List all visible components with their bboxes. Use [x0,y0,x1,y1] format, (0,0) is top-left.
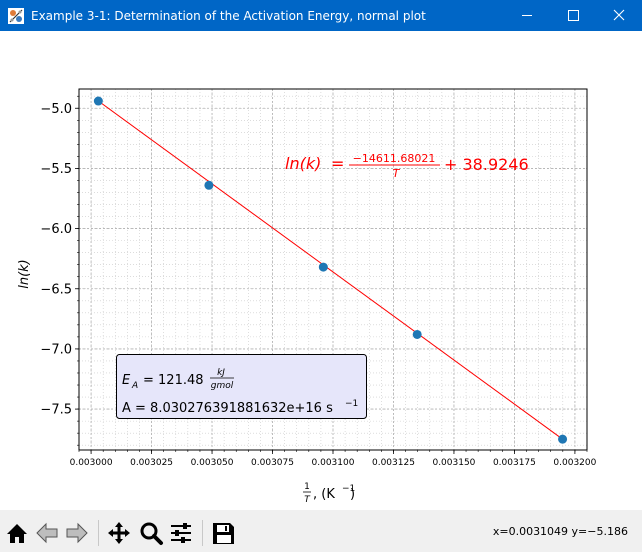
equation-equals: = [331,154,344,173]
equation-numerator: −14611.68021 [353,152,436,165]
x-label-numerator: 1 [304,482,310,492]
navigation-toolbar: x=0.0031049 y=−5.186 [0,510,642,552]
pan-icon [108,522,130,544]
pre-exponential-exponent: −1 [345,399,358,409]
cursor-coordinates: x=0.0031049 y=−5.186 [492,525,628,538]
x-tick-label: 0.003075 [251,458,294,468]
y-tick-label: −7.5 [40,403,72,418]
pan-button[interactable] [106,519,132,547]
equation-lhs: ln(k) [285,154,321,173]
toolbar-separator [202,520,203,546]
y-tick-label: −6.0 [40,222,72,237]
data-point [318,262,328,272]
x-label-close: ) [350,487,355,502]
equation-constant: + 38.9246 [444,155,529,174]
y-tick-label: −5.5 [40,162,72,177]
data-point [412,329,422,339]
ea-unit-denominator: gmol [211,381,234,391]
back-icon [36,522,58,544]
chart[interactable]: 0.003000 0.003025 0.003050 0.003075 0.003100… [0,31,642,510]
minimize-button[interactable] [504,0,550,31]
forward-button[interactable] [64,519,90,547]
data-point [204,180,214,190]
home-icon [7,524,27,543]
toolbar-separator [98,520,99,546]
x-tick-label: 0.003200 [553,458,596,468]
app-icon [8,8,24,24]
forward-icon [66,522,88,544]
save-icon [213,523,234,544]
zoom-button[interactable] [138,519,164,547]
x-label-units: , (K [313,487,335,502]
x-tick-label: 0.003000 [70,458,113,468]
y-axis-label: ln(k) [17,259,32,289]
pre-exponential-value: A = 8.030276391881632e+16 s [122,401,333,416]
x-label-denominator: T [304,495,311,505]
y-tick-label: −5.0 [40,102,72,117]
home-button[interactable] [4,519,30,547]
y-axis: −7.5 −7.0 −6.5 −6.0 −5.5 −5.0 [40,95,79,446]
x-tick-label: 0.003125 [372,458,415,468]
info-box: E A = 121.48 kJ gmol A = 8.0302763918816… [116,354,367,419]
ea-value: = 121.48 [143,373,204,388]
configure-button[interactable] [168,519,194,547]
zoom-icon [140,522,163,545]
maximize-button[interactable] [550,0,596,31]
y-tick-label: −6.5 [40,282,72,297]
fit-equation: ln(k) = −14611.68021 T + 38.9246 [285,152,529,180]
configure-icon [171,523,191,543]
figure-canvas[interactable]: 0.003000 0.003025 0.003050 0.003075 0.003100… [0,31,642,510]
data-point [93,96,103,106]
close-button[interactable] [596,0,642,31]
x-tick-label: 0.003100 [312,458,355,468]
back-button[interactable] [34,519,60,547]
window-title: Example 3-1: Determination of the Activa… [31,9,426,23]
x-tick-label: 0.003175 [493,458,536,468]
y-tick-label: −7.0 [40,342,72,357]
title-bar: Example 3-1: Determination of the Activa… [0,0,642,31]
save-button[interactable] [210,519,236,547]
ea-unit-numerator: kJ [217,368,225,378]
ea-label: E [122,373,131,388]
ea-subscript: A [131,381,138,391]
x-tick-label: 0.003050 [191,458,234,468]
x-axis: 0.003000 0.003025 0.003050 0.003075 0.003100… [70,450,597,468]
x-tick-label: 0.003025 [130,458,173,468]
x-axis-label: 1 T , (K −1 ) [303,482,355,505]
x-tick-label: 0.003150 [432,458,475,468]
data-point [558,434,568,444]
equation-denominator: T [393,167,401,180]
